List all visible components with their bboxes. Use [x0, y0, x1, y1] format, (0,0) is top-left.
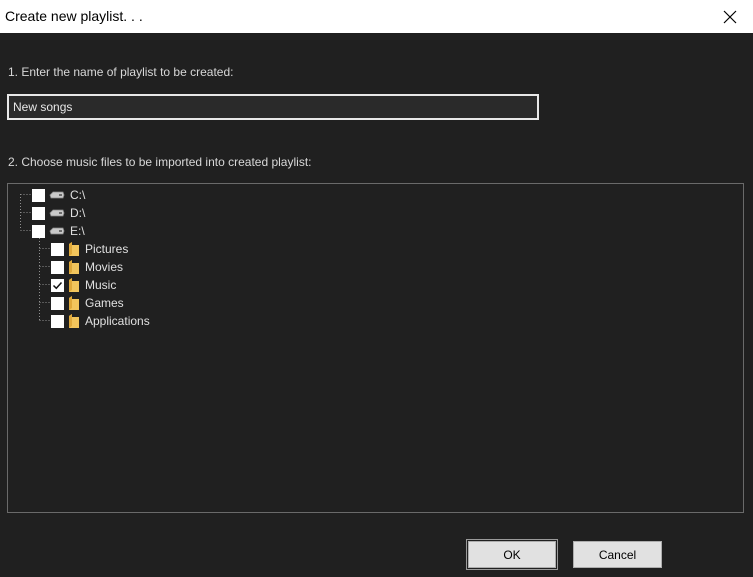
- folder-icon: [68, 260, 80, 274]
- title-bar: Create new playlist. . .: [0, 0, 753, 33]
- drive-label: E:\: [70, 224, 85, 238]
- drive-icon: [49, 226, 65, 236]
- file-tree[interactable]: C:\ D:\ E:\ Pictures Movies Music Games Applica…: [7, 183, 744, 513]
- folder-icon: [68, 278, 80, 292]
- drive-label: C:\: [70, 188, 86, 202]
- playlist-name-label: 1. Enter the name of playlist to be crea…: [8, 65, 234, 79]
- folder-item-applications[interactable]: Applications: [51, 312, 150, 330]
- drive-item-e[interactable]: E:\: [32, 222, 85, 240]
- folder-label: Movies: [85, 260, 124, 274]
- folder-checkbox-movies[interactable]: [51, 260, 64, 274]
- folder-checkbox-applications[interactable]: [51, 314, 64, 328]
- folder-icon: [68, 296, 80, 310]
- window-title: Create new playlist. . .: [5, 8, 143, 24]
- folder-label: Pictures: [85, 242, 129, 256]
- drive-checkbox-e[interactable]: [32, 224, 45, 238]
- folder-item-games[interactable]: Games: [51, 294, 124, 312]
- folder-label: Games: [85, 296, 124, 310]
- folder-label: Music: [85, 278, 117, 292]
- drive-icon: [49, 190, 65, 200]
- drive-icon: [49, 208, 65, 218]
- folder-item-music[interactable]: Music: [51, 276, 116, 294]
- cancel-button[interactable]: Cancel: [573, 541, 662, 568]
- folder-icon: [68, 314, 80, 328]
- drive-checkbox-c[interactable]: [32, 188, 45, 202]
- folder-label: Applications: [85, 314, 150, 328]
- folder-checkbox-music[interactable]: [51, 278, 64, 292]
- playlist-name-input[interactable]: [7, 94, 539, 120]
- drive-item-d[interactable]: D:\: [32, 204, 85, 222]
- drive-item-c[interactable]: C:\: [32, 186, 85, 204]
- folder-checkbox-games[interactable]: [51, 296, 64, 310]
- folder-item-movies[interactable]: Movies: [51, 258, 123, 276]
- music-files-label: 2. Choose music files to be imported int…: [8, 155, 312, 169]
- close-button[interactable]: [707, 0, 753, 33]
- drive-checkbox-d[interactable]: [32, 206, 45, 220]
- ok-button[interactable]: OK: [466, 539, 558, 570]
- folder-item-pictures[interactable]: Pictures: [51, 240, 128, 258]
- folder-icon: [68, 242, 80, 256]
- folder-checkbox-pictures[interactable]: [51, 242, 64, 256]
- close-icon: [723, 10, 737, 23]
- drive-label: D:\: [70, 206, 86, 220]
